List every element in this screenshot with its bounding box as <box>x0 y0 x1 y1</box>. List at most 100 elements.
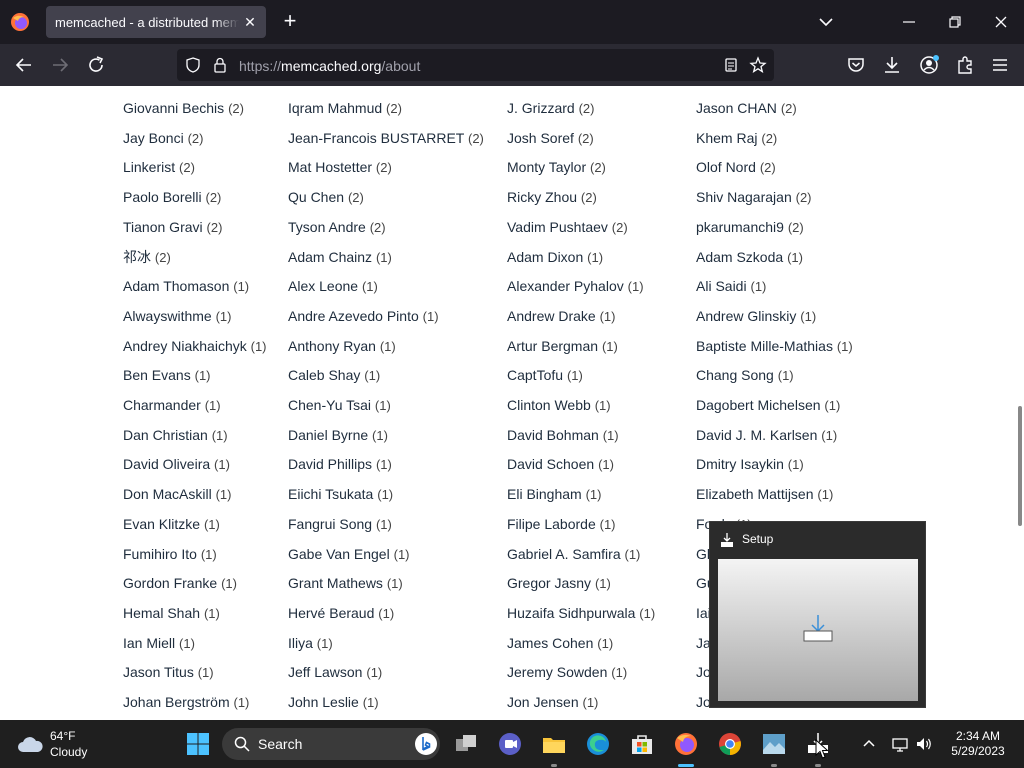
tab-close-icon[interactable]: ✕ <box>240 12 260 32</box>
show-hidden-icons-chevron-icon[interactable] <box>860 735 878 753</box>
contributor-count: (1) <box>594 576 611 592</box>
lock-icon[interactable] <box>211 56 229 74</box>
contributor-name: Dagobert Michelsen <box>696 397 821 413</box>
restore-icon[interactable] <box>943 10 967 34</box>
contributor-name: Fangrui Song <box>288 515 373 532</box>
taskbar-search-box[interactable]: Search <box>222 728 440 760</box>
contributor-name: Filipe Laborde <box>507 515 596 532</box>
contributor-count: (2) <box>577 130 594 146</box>
address-bar[interactable]: https://memcached.org/about <box>177 49 774 81</box>
contributor-item: Shiv Nagarajan (2) <box>696 188 812 207</box>
contributor-count: (1) <box>221 576 237 592</box>
close-window-icon[interactable] <box>989 10 1013 34</box>
contributor-name: Olof Nord <box>696 159 756 176</box>
contributor-item: Elizabeth Mattijsen (1) <box>696 485 833 504</box>
edge-icon[interactable] <box>584 730 612 758</box>
firefox-active-indicator <box>678 764 694 767</box>
contributor-name: Anthony Ryan <box>288 337 376 354</box>
page-scrollbar[interactable] <box>1018 406 1022 526</box>
microsoft-store-icon[interactable] <box>628 730 656 758</box>
contributor-item: Adam Thomason (1) <box>123 277 249 296</box>
url-text[interactable]: https://memcached.org/about <box>239 58 420 74</box>
task-view-icon[interactable] <box>452 730 480 758</box>
contributor-name: Tianon Gravi <box>123 218 203 235</box>
reload-icon[interactable] <box>84 53 108 77</box>
contributor-item: Linkerist (2) <box>123 158 195 177</box>
contributor-count: (1) <box>750 279 767 295</box>
forward-arrow-icon[interactable] <box>48 53 72 77</box>
app-image-icon[interactable] <box>760 730 788 758</box>
contributor-count: (1) <box>624 546 641 562</box>
contributor-item: Alexander Pyhalov (1) <box>507 277 644 296</box>
contributor-name: Giovanni Bechis <box>123 100 225 116</box>
contributor-item: Andrey Niakhaichyk (1) <box>123 337 267 356</box>
chrome-icon[interactable] <box>716 730 744 758</box>
bookmark-star-icon[interactable] <box>749 56 767 74</box>
volume-icon[interactable] <box>915 735 933 753</box>
tab-memcached[interactable]: memcached - a distributed memory object … <box>46 6 266 38</box>
contributor-item: 祁冰 (2) <box>123 248 171 267</box>
contributor-count: (1) <box>386 576 403 592</box>
contributor-name: Monty Taylor <box>507 159 587 176</box>
contributor-name: Jason Titus <box>123 664 194 681</box>
contributor-count: (1) <box>602 427 619 443</box>
contributor-item: Fangrui Song (1) <box>288 515 392 534</box>
contributor-name: Qu Chen <box>288 189 345 206</box>
contributor-count: (1) <box>214 457 230 473</box>
menu-hamburger-icon[interactable] <box>988 53 1012 77</box>
network-icon[interactable] <box>891 735 909 753</box>
contributor-name: Adam Dixon <box>507 248 584 265</box>
contributor-name: Jay Bonci <box>123 129 184 146</box>
bing-icon[interactable] <box>414 732 438 756</box>
contributor-name: 祁冰 <box>123 248 151 265</box>
setup-taskbar-preview[interactable]: Setup <box>709 521 926 708</box>
cloud-weather-icon[interactable] <box>16 734 44 754</box>
account-icon[interactable] <box>917 53 941 77</box>
contributor-item: Jay Bonci (2) <box>123 129 203 148</box>
contributor-name: Iqram Mahmud <box>288 100 383 116</box>
reader-view-icon[interactable] <box>722 56 740 74</box>
system-clock[interactable]: 2:34 AM 5/29/2023 <box>946 729 1010 759</box>
contributor-name: Andrew Glinskiy <box>696 307 797 324</box>
contributor-count: (1) <box>203 605 220 621</box>
list-all-tabs-chevron-icon[interactable] <box>815 12 837 32</box>
contributor-count: (1) <box>594 398 611 413</box>
contributor-count: (1) <box>627 279 644 295</box>
contributor-name: Ricky Zhou <box>507 189 578 206</box>
app-running-indicator <box>771 764 777 767</box>
extensions-puzzle-icon[interactable] <box>953 53 977 77</box>
start-windows-icon[interactable] <box>184 730 212 758</box>
contributor-count: (1) <box>362 695 379 710</box>
contributor-count: (1) <box>372 427 388 443</box>
contributor-item: Don MacAskill (1) <box>123 485 231 504</box>
weather-temperature[interactable]: 64°F <box>50 729 75 743</box>
downloads-icon[interactable] <box>880 53 904 77</box>
contributor-item: Gabe Van Engel (1) <box>288 545 410 564</box>
firefox-logo-icon[interactable] <box>10 12 30 32</box>
contributor-name: Ian Miell <box>123 634 176 651</box>
new-tab-button[interactable]: + <box>278 10 302 34</box>
contributor-item: Clinton Webb (1) <box>507 396 611 415</box>
contributor-name: CaptTofu <box>507 367 564 384</box>
contributor-name: Khem Raj <box>696 129 758 146</box>
contributor-name: Josh Soref <box>507 129 574 146</box>
contributor-name: Johan Bergström <box>123 694 230 710</box>
back-arrow-icon[interactable] <box>12 53 36 77</box>
firefox-taskbar-icon[interactable] <box>672 730 700 758</box>
weather-description[interactable]: Cloudy <box>50 745 87 759</box>
contributor-count: (2) <box>347 190 364 206</box>
contributor-name: Ben Evans <box>123 367 191 384</box>
contributor-item: Dan Christian (1) <box>123 426 228 445</box>
contributor-count: (1) <box>377 487 394 503</box>
minimize-icon[interactable] <box>897 10 921 34</box>
tracking-protection-shield-icon[interactable] <box>184 56 202 74</box>
contributor-name: Artur Bergman <box>507 337 599 354</box>
contributor-item: David J. M. Karlsen (1) <box>696 426 837 445</box>
contributor-count: (1) <box>422 308 439 324</box>
setup-preview-window[interactable] <box>718 559 918 701</box>
file-explorer-icon[interactable] <box>540 730 568 758</box>
contributor-item: Baptiste Mille-Mathias (1) <box>696 337 853 356</box>
contributor-count: (1) <box>379 338 396 354</box>
teams-chat-icon[interactable] <box>496 730 524 758</box>
pocket-icon[interactable] <box>844 53 868 77</box>
